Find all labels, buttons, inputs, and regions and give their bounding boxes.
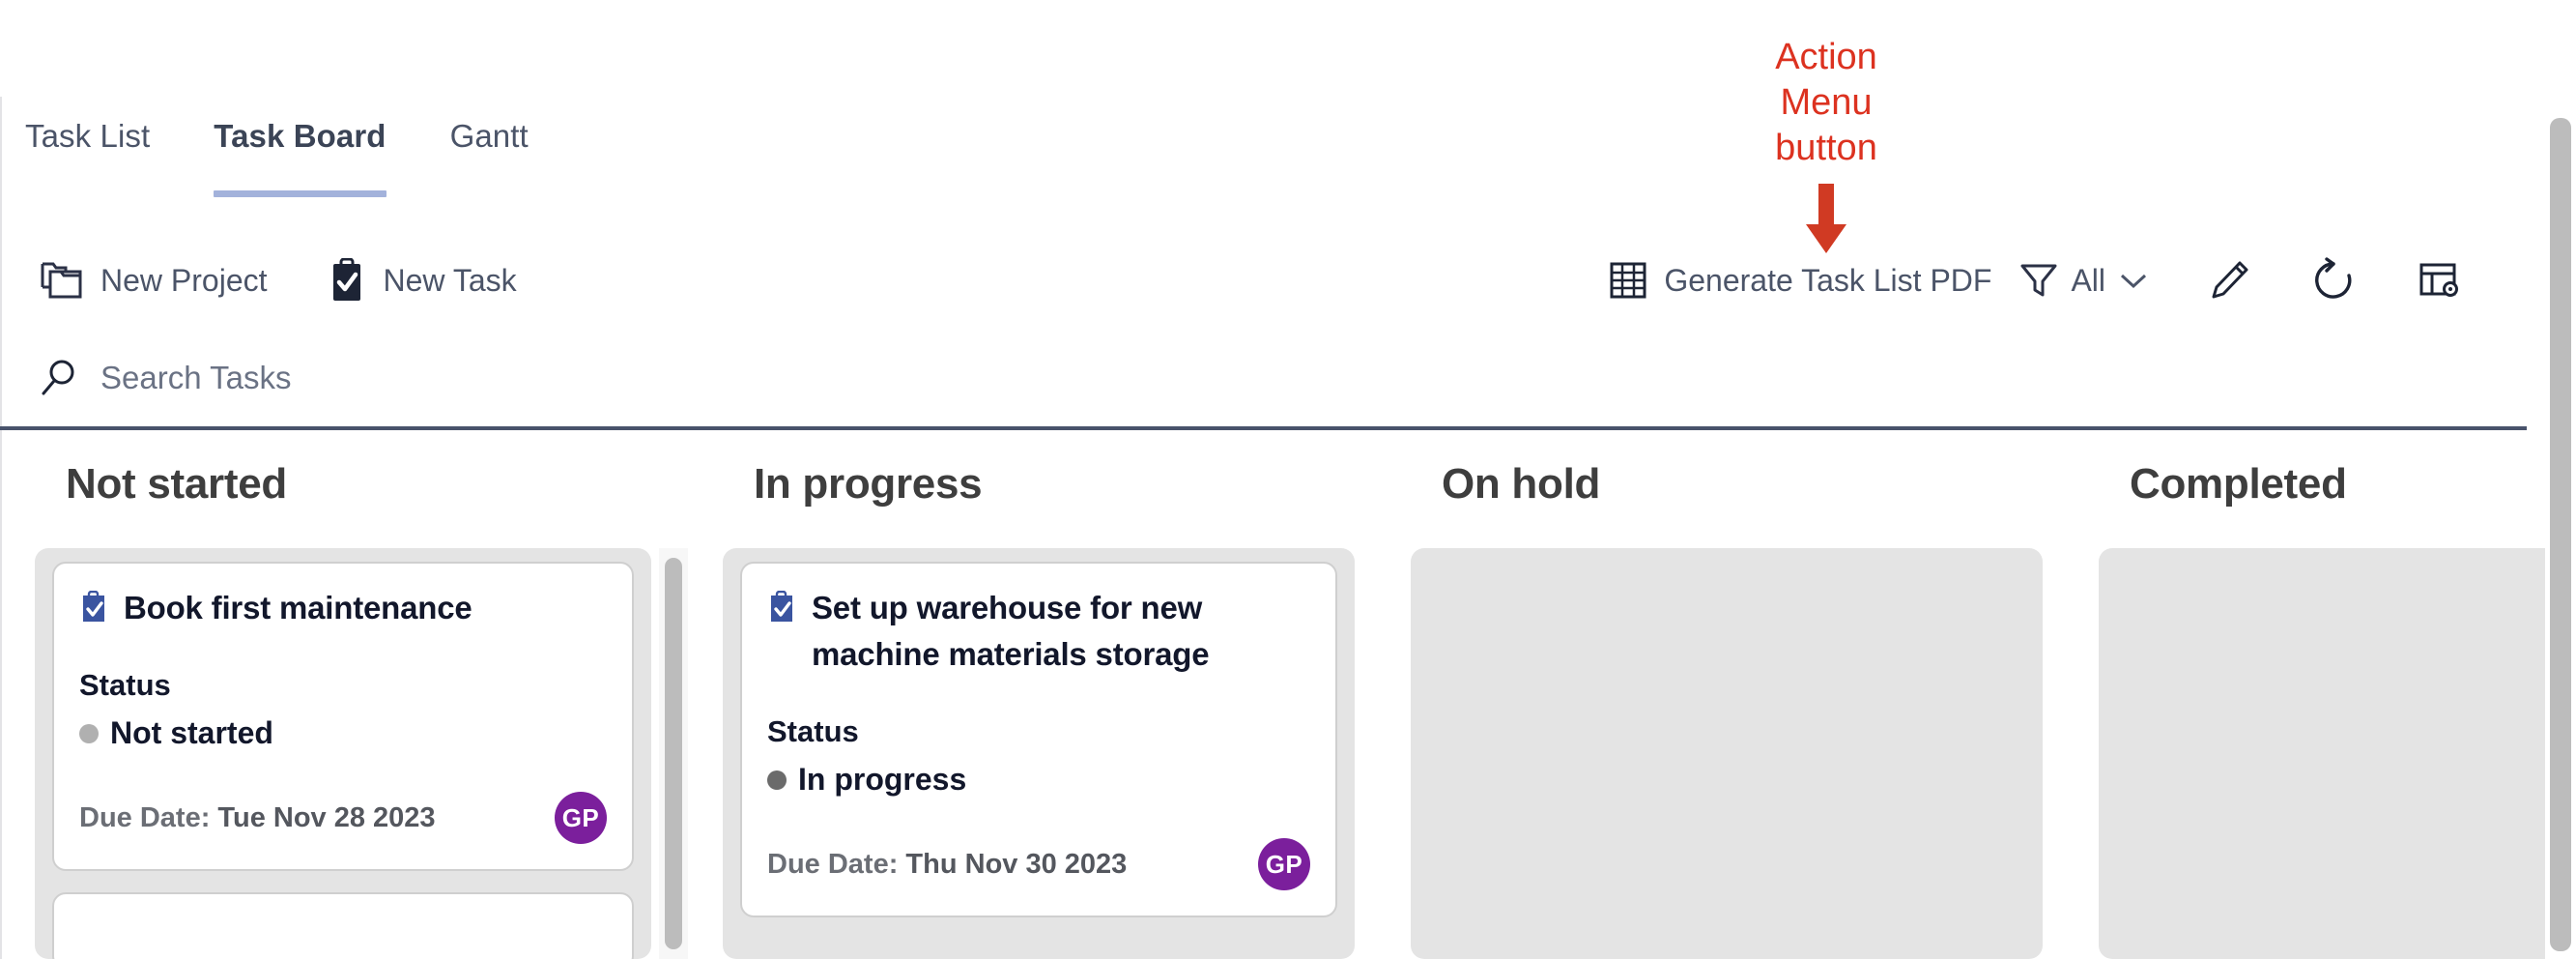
- new-project-button[interactable]: New Project: [41, 260, 268, 301]
- task-card-due: Due Date: Thu Nov 30 2023: [767, 849, 1127, 881]
- board-column-in-progress: In progress Set up warehouse for new mac…: [688, 432, 1376, 959]
- task-card-footer: Due Date: Thu Nov 30 2023 GP: [767, 838, 1310, 890]
- clipboard-check-icon: [771, 591, 792, 622]
- folders-icon: [41, 262, 82, 299]
- refresh-icon: [2315, 257, 2352, 299]
- edit-button[interactable]: [2177, 246, 2281, 315]
- avatar-initials: GP: [1265, 849, 1303, 879]
- board-column-not-started: Not started Book first maintenance Statu: [0, 432, 688, 959]
- new-task-button[interactable]: New Task: [328, 258, 517, 303]
- toolbar-right-group: Generate Task List PDF All: [1610, 246, 2490, 315]
- search-input[interactable]: [100, 359, 970, 396]
- search-bar: [0, 329, 2527, 430]
- generate-task-list-pdf-button[interactable]: Generate Task List PDF: [1610, 261, 1991, 300]
- page-scrollbar-thumb[interactable]: [2550, 118, 2571, 951]
- task-card-status-value: Not started: [110, 715, 273, 750]
- task-card-status-label: Status: [767, 714, 859, 748]
- generate-task-list-pdf-label: Generate Task List PDF: [1664, 262, 1992, 298]
- task-card-footer: Due Date: Tue Nov 28 2023 GP: [79, 792, 607, 844]
- avatar-initials: GP: [561, 802, 600, 832]
- column-body-on-hold: [1411, 548, 2043, 959]
- avatar[interactable]: GP: [555, 792, 607, 844]
- task-board: Not started Book first maintenance Statu: [0, 432, 2576, 959]
- toolbar: New Project New Task Generate Task List …: [0, 232, 2527, 329]
- pencil-icon: [2212, 261, 2248, 299]
- task-card-due-value: Thu Nov 30 2023: [905, 848, 1128, 880]
- task-card[interactable]: Book first maintenance Status Not starte…: [52, 562, 634, 871]
- annotation-line-1: Action: [1775, 37, 1877, 77]
- task-card-status-value: In progress: [798, 762, 967, 797]
- column-title-not-started: Not started: [66, 460, 287, 508]
- tab-task-board[interactable]: Task Board: [214, 108, 415, 197]
- tab-task-list-label: Task List: [25, 118, 151, 154]
- task-card-due-label: Due Date:: [79, 801, 211, 833]
- task-card-status-label: Status: [79, 668, 171, 702]
- column-title-completed: Completed: [2130, 460, 2347, 508]
- task-board-app: Action Menu button Task List Task Board …: [0, 0, 2576, 959]
- chevron-down-icon: [2120, 274, 2147, 289]
- board-column-completed: Completed: [2064, 432, 2576, 959]
- status-dot: [79, 723, 99, 743]
- task-card-status-value-row: Not started: [79, 715, 607, 751]
- new-project-label: New Project: [100, 262, 268, 298]
- funnel-icon: [2020, 264, 2057, 297]
- task-card-title: Set up warehouse for new machine materia…: [812, 590, 1210, 672]
- column-title-on-hold: On hold: [1442, 460, 1601, 508]
- toolbar-left-group: New Project New Task: [41, 258, 517, 303]
- tab-gantt[interactable]: Gantt: [450, 108, 558, 155]
- task-card-title-row: Set up warehouse for new machine materia…: [767, 585, 1310, 678]
- task-card[interactable]: Set up warehouse for new machine materia…: [740, 562, 1337, 917]
- card-list-not-started: Book first maintenance Status Not starte…: [35, 548, 651, 959]
- clipboard-check-icon: [332, 258, 360, 301]
- tab-gantt-label: Gantt: [449, 118, 529, 154]
- board-column-on-hold: On hold: [1376, 432, 2064, 959]
- task-card-partial[interactable]: [52, 892, 634, 959]
- task-card-title: Book first maintenance: [124, 590, 472, 625]
- column-body-completed: [2099, 548, 2576, 959]
- tab-task-board-label: Task Board: [214, 118, 386, 154]
- column-body-in-progress: Set up warehouse for new machine materia…: [723, 548, 1355, 959]
- new-task-label: New Task: [383, 262, 517, 298]
- column-body-not-started: Book first maintenance Status Not starte…: [35, 548, 651, 959]
- column-scrollbar-not-started[interactable]: [659, 548, 688, 959]
- refresh-button[interactable]: [2281, 246, 2386, 315]
- table-settings-icon: [2419, 263, 2458, 297]
- task-card-due-label: Due Date:: [767, 848, 899, 880]
- task-card-title-row: Book first maintenance: [79, 585, 607, 631]
- card-list-in-progress: Set up warehouse for new machine materia…: [723, 548, 1355, 939]
- column-title-in-progress: In progress: [754, 460, 983, 508]
- column-scrollbar-thumb[interactable]: [665, 558, 682, 949]
- status-dot: [767, 770, 787, 790]
- task-card-due-value: Tue Nov 28 2023: [217, 801, 436, 833]
- search-icon[interactable]: [39, 358, 79, 398]
- view-tabs: Task List Task Board Gantt: [0, 108, 558, 197]
- tab-task-list[interactable]: Task List: [25, 108, 179, 155]
- task-card-status-value-row: In progress: [767, 762, 1310, 798]
- avatar[interactable]: GP: [1258, 838, 1310, 890]
- filter-label: All: [2071, 262, 2105, 298]
- clipboard-check-icon: [83, 591, 104, 622]
- filter-button[interactable]: All: [2018, 260, 2150, 301]
- page-scrollbar[interactable]: [2545, 114, 2576, 959]
- task-card-due: Due Date: Tue Nov 28 2023: [79, 802, 436, 834]
- table-settings-button[interactable]: [2386, 246, 2490, 315]
- table-grid-icon: [1610, 262, 1646, 299]
